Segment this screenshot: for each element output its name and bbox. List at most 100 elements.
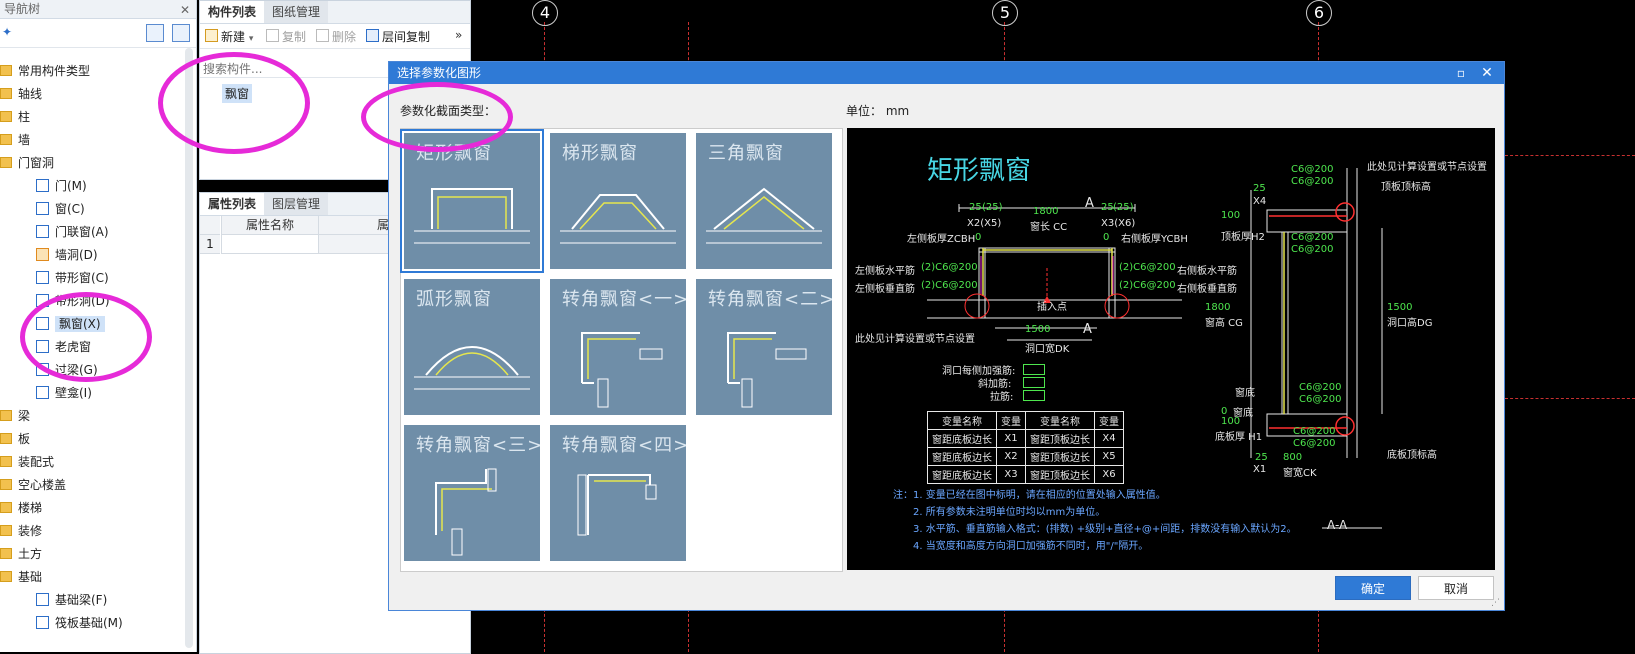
delete-button[interactable]: 删除 xyxy=(316,28,356,45)
card-view-icon[interactable] xyxy=(172,24,190,42)
shape-thumbnail[interactable]: 弧形飘窗 xyxy=(404,279,540,415)
tree-label: 窗(C) xyxy=(55,202,85,216)
tree-folder[interactable]: 土方 xyxy=(0,543,42,565)
folder-icon xyxy=(0,456,12,467)
tree-label: 空心楼盖 xyxy=(18,478,67,492)
dim-1500: 1500 xyxy=(1387,302,1413,313)
tree-item[interactable]: 窗(C) xyxy=(36,198,85,220)
dim-100: 100 xyxy=(1221,416,1241,427)
tree-item[interactable]: 门(M) xyxy=(36,175,87,197)
tree-label: 楼梯 xyxy=(18,501,43,515)
maximize-icon[interactable]: ▫ xyxy=(1454,62,1468,84)
shape-thumbnail[interactable]: 转角飘窗<一> xyxy=(550,279,686,415)
shape-thumbnail[interactable]: 矩形飘窗 xyxy=(400,129,544,273)
folder-icon xyxy=(0,548,12,559)
tab-drawing-management[interactable]: 图纸管理 xyxy=(264,1,329,23)
tie-bar-label: 拉筋: xyxy=(990,392,1014,403)
list-view-icon[interactable] xyxy=(146,24,164,42)
dialog-titlebar[interactable]: 选择参数化图形 ▫ ✕ xyxy=(389,62,1504,84)
ok-button[interactable]: 确定 xyxy=(1335,576,1411,600)
tree-item[interactable]: 带形窗(C) xyxy=(36,267,109,289)
axis-label-6: 6 xyxy=(1306,0,1332,26)
shape-thumbnail[interactable]: 转角飘窗<四> xyxy=(550,425,686,561)
section-aa-label: A-A xyxy=(1327,518,1348,532)
tree-folder[interactable]: 常用构件类型 xyxy=(0,60,90,82)
tree-label: 筏板基础(M) xyxy=(55,616,123,630)
shape-thumbnail[interactable]: 转角飘窗<二> xyxy=(696,279,832,415)
tree-folder[interactable]: 柱 xyxy=(0,106,30,128)
shape-thumbnail[interactable]: 梯形飘窗 xyxy=(550,133,686,269)
tree-folder[interactable]: 轴线 xyxy=(0,83,42,105)
folder-icon xyxy=(0,525,12,536)
component-icon xyxy=(36,363,49,376)
left-v-bar-label: 左侧板垂直筋 xyxy=(855,284,915,295)
dim-1800: 1800 xyxy=(1205,302,1231,313)
tree-item[interactable]: 门联窗(A) xyxy=(36,221,109,243)
bar-spec-short: C6@200 xyxy=(1293,438,1336,449)
tree-item[interactable]: 筏板基础(M) xyxy=(36,612,123,634)
tree-folder[interactable]: 空心楼盖 xyxy=(0,474,66,496)
tree-folder[interactable]: 门窗洞 xyxy=(0,152,54,174)
tree-folder[interactable]: 楼梯 xyxy=(0,497,42,519)
shape-thumbnail-label: 转角飘窗<四> xyxy=(562,435,686,456)
tree-label: 轴线 xyxy=(18,87,43,101)
component-icon xyxy=(36,248,49,261)
table-cell: 窗距顶板边长 xyxy=(1025,465,1095,484)
tree-label: 装配式 xyxy=(18,455,55,469)
tree-item[interactable]: 壁龛(I) xyxy=(36,382,92,404)
tab-component-list[interactable]: 构件列表 xyxy=(200,1,266,23)
tree-folder[interactable]: 墙 xyxy=(0,129,30,151)
close-icon[interactable]: ✕ xyxy=(180,1,190,19)
window-length-label: 窗长 CC xyxy=(1030,222,1068,233)
folder-icon xyxy=(0,571,12,582)
tree-item[interactable]: 基础梁(F) xyxy=(36,589,107,611)
pin-icon[interactable]: ✦ xyxy=(2,25,12,39)
scrollbar[interactable] xyxy=(185,48,193,648)
component-item-bay-window[interactable]: 飘窗 xyxy=(222,84,253,103)
close-icon[interactable]: ✕ xyxy=(1480,62,1494,84)
tree-folder[interactable]: 装配式 xyxy=(0,451,54,473)
tree-item[interactable]: 飘窗(X) xyxy=(36,313,105,335)
tree-folder[interactable]: 板 xyxy=(0,428,30,450)
shape-thumbnail[interactable]: 三角飘窗 xyxy=(696,133,832,269)
folder-icon xyxy=(0,65,12,76)
var-x3x6: X3(X6) xyxy=(1101,218,1136,229)
chevron-down-icon: ▾ xyxy=(248,34,254,44)
tree-item[interactable]: 老虎窗 xyxy=(36,336,91,358)
copy-icon xyxy=(266,29,279,42)
dim-25: 25 xyxy=(969,202,982,213)
axis-line xyxy=(1505,398,1635,399)
tab-property-list[interactable]: 属性列表 xyxy=(200,193,266,215)
prop-row-name[interactable] xyxy=(221,235,318,254)
table-row: 窗距底板边长 X3 窗距顶板边长 X6 xyxy=(927,465,1124,484)
component-icon xyxy=(36,340,49,353)
more-button[interactable]: » xyxy=(455,28,462,42)
resize-grip-icon[interactable]: ⋰ xyxy=(1491,598,1500,608)
unit-value: mm xyxy=(885,104,910,118)
copy-button[interactable]: 复制 xyxy=(266,28,306,45)
nav-title: 导航树 xyxy=(4,2,41,16)
shape-thumbnail[interactable]: 转角飘窗<三> xyxy=(404,425,540,561)
window-height-label: 窗高 CG xyxy=(1205,318,1243,329)
tree-folder[interactable]: 基础 xyxy=(0,566,42,588)
table-cell: 变量名称 xyxy=(927,411,997,430)
cancel-button[interactable]: 取消 xyxy=(1418,576,1494,600)
tree-item[interactable]: 带形洞(D) xyxy=(36,290,110,312)
shape-thumbnail-label: 转角飘窗<一> xyxy=(562,289,686,310)
folder-icon xyxy=(0,111,12,122)
tree-item[interactable]: 墙洞(D) xyxy=(36,244,98,266)
nav-toolbar: ✦ xyxy=(0,19,196,48)
shape-preview: 矩形飘窗 25 (25) X2(X5) 1800 窗长 CC A 25 (25)… xyxy=(847,128,1495,570)
new-button[interactable]: 新建 ▾ xyxy=(205,28,253,45)
component-icon xyxy=(36,294,49,307)
tree-folder[interactable]: 梁 xyxy=(0,405,30,427)
tab-layer-management[interactable]: 图层管理 xyxy=(264,193,329,215)
tree-item[interactable]: 过梁(G) xyxy=(36,359,98,381)
table-cell: X3 xyxy=(996,465,1026,484)
dim-25: 25 xyxy=(1255,452,1268,463)
shape-thumbnail-grid: 矩形飘窗 梯形飘窗 三角飘窗弧形飘窗 转角飘窗<一> 转角飘窗<二> 转角飘窗<三> 转角飘… xyxy=(400,128,843,572)
var-x2x5: X2(X5) xyxy=(967,218,1002,229)
tree-folder[interactable]: 装修 xyxy=(0,520,42,542)
floor-copy-button[interactable]: 层间复制 xyxy=(366,28,430,45)
table-cell: 窗距底板边长 xyxy=(927,429,997,448)
